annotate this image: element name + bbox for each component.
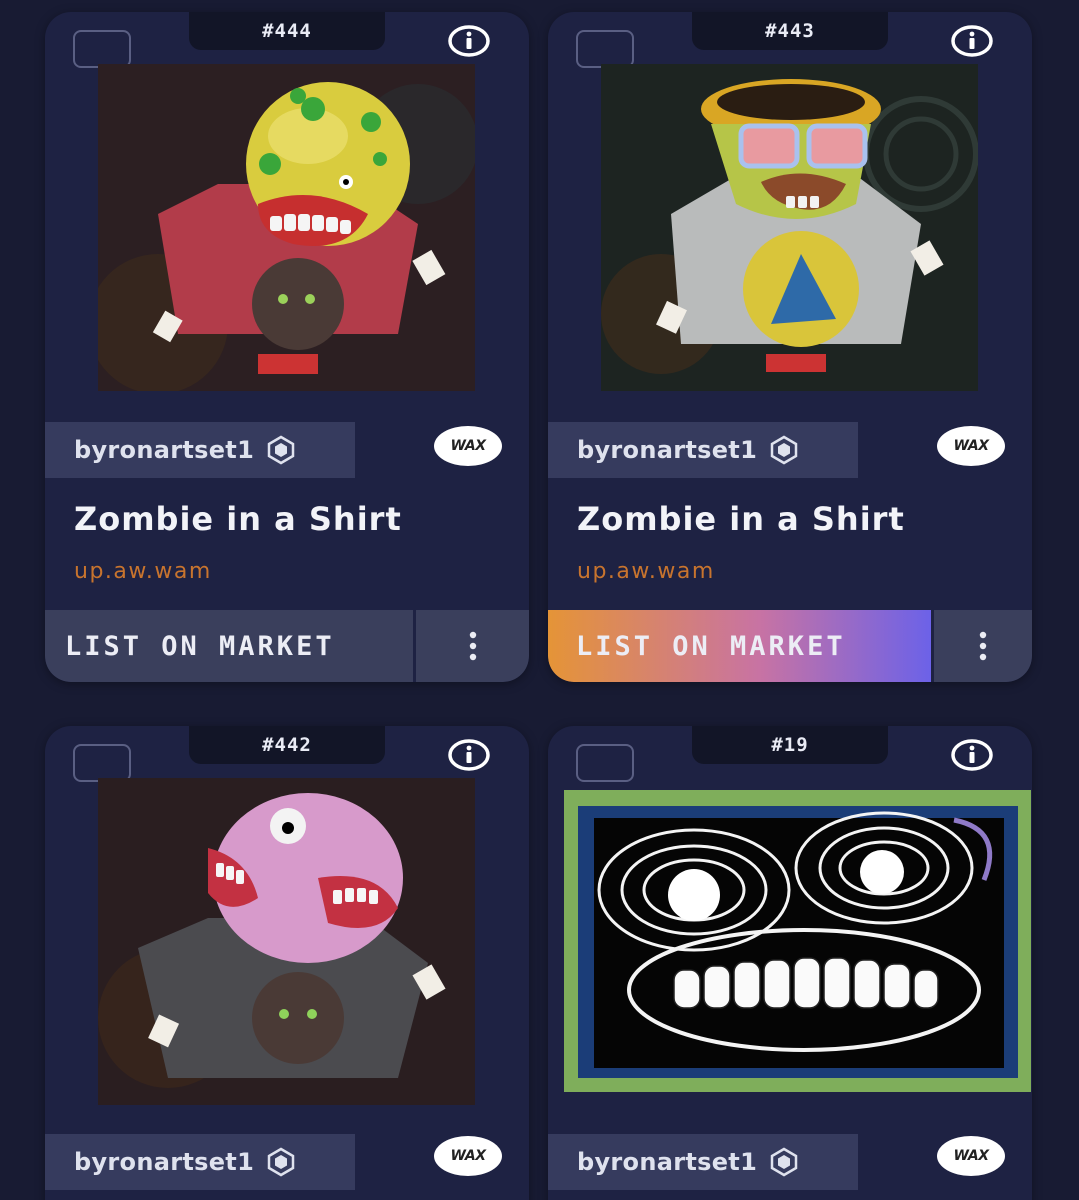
nft-artwork-zombie-yellow[interactable]	[98, 64, 475, 391]
collection-label[interactable]: byronartset1	[548, 1134, 858, 1190]
collection-name: byronartset1	[74, 1148, 255, 1176]
asset-number-tab: #19	[692, 726, 888, 764]
verified-hexagon-icon	[267, 435, 295, 465]
verified-hexagon-icon	[770, 435, 798, 465]
nft-inventory-grid: #444 byronartset1 WAX Zombie in a Shirt …	[0, 0, 1079, 1200]
nft-title: Zombie in a Shirt	[577, 500, 905, 538]
asset-number-tab: #443	[692, 12, 888, 50]
select-checkbox[interactable]	[576, 30, 634, 68]
card-actions: LIST ON MARKET	[548, 610, 1032, 682]
select-checkbox[interactable]	[73, 744, 131, 782]
wax-chain-icon: WAX	[937, 1136, 1005, 1176]
more-options-button[interactable]	[934, 610, 1032, 682]
asset-number-tab: #444	[189, 12, 385, 50]
info-icon[interactable]	[950, 739, 994, 771]
vertical-dots-icon	[979, 631, 987, 661]
collection-name: byronartset1	[577, 1148, 758, 1176]
collection-label[interactable]: byronartset1	[45, 422, 355, 478]
select-checkbox[interactable]	[73, 30, 131, 68]
more-options-button[interactable]	[416, 610, 529, 682]
nft-title: Zombie in a Shirt	[74, 500, 402, 538]
nft-card[interactable]: #442 byronartset1 WAX	[45, 726, 529, 1200]
collection-label[interactable]: byronartset1	[45, 1134, 355, 1190]
verified-hexagon-icon	[267, 1147, 295, 1177]
collection-label[interactable]: byronartset1	[548, 422, 858, 478]
nft-artwork-face-scribble[interactable]	[564, 790, 1031, 1092]
vertical-dots-icon	[469, 631, 476, 661]
card-actions: LIST ON MARKET	[45, 610, 529, 682]
owner-account: up.aw.wam	[74, 559, 212, 584]
wax-chain-icon: WAX	[434, 426, 502, 466]
verified-hexagon-icon	[770, 1147, 798, 1177]
info-icon[interactable]	[950, 25, 994, 57]
nft-card[interactable]: #444 byronartset1 WAX Zombie in a Shirt …	[45, 12, 529, 682]
info-icon[interactable]	[447, 739, 491, 771]
collection-name: byronartset1	[74, 436, 255, 464]
asset-number-tab: #442	[189, 726, 385, 764]
list-on-market-button[interactable]: LIST ON MARKET	[45, 610, 413, 682]
nft-artwork-zombie-glasses[interactable]	[601, 64, 978, 391]
select-checkbox[interactable]	[576, 744, 634, 782]
list-on-market-button[interactable]: LIST ON MARKET	[548, 610, 931, 682]
owner-account: up.aw.wam	[577, 559, 715, 584]
wax-chain-icon: WAX	[434, 1136, 502, 1176]
nft-artwork-zombie-pink[interactable]	[98, 778, 475, 1105]
info-icon[interactable]	[447, 25, 491, 57]
nft-card[interactable]: #19 byronartset1 WAX	[548, 726, 1032, 1200]
nft-card[interactable]: #443 byronartset1 WAX Zombie in a Shirt …	[548, 12, 1032, 682]
collection-name: byronartset1	[577, 436, 758, 464]
wax-chain-icon: WAX	[937, 426, 1005, 466]
